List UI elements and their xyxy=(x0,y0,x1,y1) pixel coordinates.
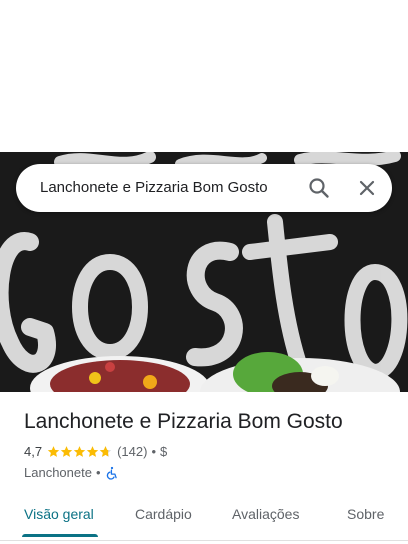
active-tab-indicator xyxy=(22,534,98,537)
place-title: Lanchonete e Pizzaria Bom Gosto xyxy=(24,410,343,433)
price-level: $ xyxy=(160,444,168,459)
tab-bar: Visão geral Cardápio Avaliações Sobre xyxy=(0,496,408,541)
search-input[interactable]: Lanchonete e Pizzaria Bom Gosto xyxy=(40,164,268,212)
star-icon xyxy=(73,446,86,457)
tab-about[interactable]: Sobre xyxy=(347,496,384,540)
star-icon xyxy=(86,446,99,457)
star-rating xyxy=(47,445,112,458)
rating-row[interactable]: 4,7 (142) • $ xyxy=(24,444,167,459)
separator-dot: • xyxy=(151,444,156,459)
search-icon[interactable] xyxy=(304,173,334,203)
category-label: Lanchonete xyxy=(24,465,92,480)
star-half-icon xyxy=(99,446,112,457)
rating-value: 4,7 xyxy=(24,444,43,459)
separator-dot: • xyxy=(95,465,101,480)
star-icon xyxy=(60,446,73,457)
category-row: Lanchonete • xyxy=(24,465,119,480)
star-icon xyxy=(47,446,60,457)
close-icon[interactable] xyxy=(352,173,382,203)
review-count[interactable]: (142) xyxy=(117,444,147,459)
tab-menu[interactable]: Cardápio xyxy=(135,496,192,540)
search-bar[interactable]: Lanchonete e Pizzaria Bom Gosto xyxy=(16,164,392,212)
wheelchair-icon xyxy=(106,466,117,480)
tab-reviews[interactable]: Avaliações xyxy=(232,496,299,540)
